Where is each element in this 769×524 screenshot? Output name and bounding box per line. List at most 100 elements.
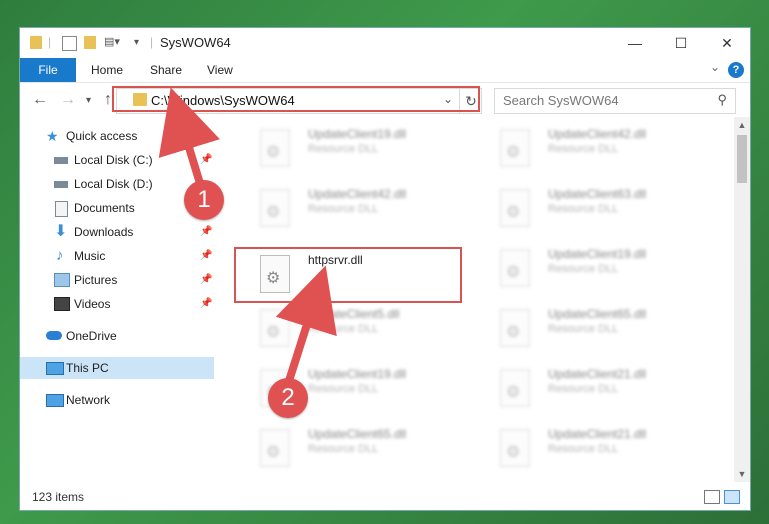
recent-locations-icon[interactable]: ▾: [86, 95, 91, 106]
navigation-bar: ← → ▾ ↑ C:\Windows\SysWOW64 ⌄ ↻ Search S…: [20, 83, 750, 117]
gear-icon: ⚙: [506, 324, 521, 341]
list-item[interactable]: ⚙ UpdateClient63.dll Resource DLL: [474, 183, 694, 233]
download-arrow-icon: ⬇: [54, 223, 68, 240]
dll-file-icon: ⚙: [260, 309, 290, 347]
cloud-icon: [46, 331, 62, 340]
back-arrow-icon[interactable]: ←: [32, 91, 48, 109]
minimize-button[interactable]: —: [612, 28, 658, 58]
sidebar-item-videos[interactable]: Videos 📌: [20, 293, 214, 315]
sidebar-item-quick-access[interactable]: ★ Quick access: [20, 125, 214, 147]
search-input[interactable]: Search SysWOW64 ⚲: [494, 88, 736, 114]
list-item[interactable]: ⚙ UpdateClient19.dll Resource DLL: [234, 363, 454, 413]
folder-icon: [133, 93, 147, 106]
star-icon: ★: [46, 128, 59, 144]
sidebar-item-this-pc[interactable]: This PC: [20, 357, 214, 379]
close-button[interactable]: ✕: [704, 28, 750, 58]
list-item[interactable]: ⚙ UpdateClient42.dll Resource DLL: [474, 123, 694, 173]
ribbon-tabs: File Home Share View ⌄ ?: [20, 58, 750, 83]
sidebar-item-label: Videos: [74, 297, 111, 311]
new-folder-icon[interactable]: [84, 36, 96, 49]
file-description: Resource DLL: [548, 323, 619, 335]
maximize-button[interactable]: ☐: [658, 28, 704, 58]
file-name: UpdateClient65.dll: [548, 307, 647, 321]
search-icon[interactable]: ⚲: [717, 92, 727, 108]
sidebar-item-label: Downloads: [74, 225, 134, 239]
file-name: UpdateClient21.dll: [548, 427, 647, 441]
gear-icon: ⚙: [506, 204, 521, 221]
dll-file-icon: ⚙: [260, 429, 290, 467]
tab-view[interactable]: View: [207, 58, 233, 82]
documents-icon: [55, 201, 68, 217]
list-item[interactable]: ⚙ UpdateClient19.dll Resource DLL: [474, 243, 694, 293]
chevron-down-icon[interactable]: ⌄: [443, 92, 453, 106]
navigation-pane: ★ Quick access Local Disk (C:) 📌 Local D…: [20, 117, 214, 482]
gear-icon: ⚙: [266, 204, 281, 221]
window-title: SysWOW64: [160, 35, 231, 50]
tab-file[interactable]: File: [20, 58, 76, 82]
sidebar-item-local-disk-c[interactable]: Local Disk (C:) 📌: [20, 149, 214, 171]
gear-icon: ⚙: [506, 444, 521, 461]
gear-icon: ⚙: [506, 264, 521, 281]
address-bar[interactable]: C:\Windows\SysWOW64 ⌄ ↻: [116, 88, 482, 114]
file-name: UpdateClient19.dll: [308, 367, 407, 381]
customize-toolbar-icon[interactable]: ▤▾: [104, 35, 120, 51]
sidebar-item-label: OneDrive: [66, 329, 117, 343]
computer-icon: [46, 362, 64, 375]
forward-arrow-icon[interactable]: →: [60, 91, 76, 109]
sidebar-item-onedrive[interactable]: OneDrive: [20, 325, 214, 347]
address-path[interactable]: C:\Windows\SysWOW64: [151, 93, 295, 108]
sidebar-item-label: Music: [74, 249, 106, 263]
dll-file-icon: ⚙: [260, 129, 290, 167]
sidebar-item-label: Documents: [74, 201, 135, 215]
vertical-scrollbar[interactable]: ▲ ▼: [734, 117, 750, 482]
dll-file-icon: ⚙: [500, 249, 530, 287]
folder-icon: [30, 36, 42, 49]
list-item[interactable]: ⚙ UpdateClient65.dll Resource DLL: [234, 423, 454, 473]
large-icons-view-icon[interactable]: [724, 490, 740, 504]
tab-home[interactable]: Home: [91, 58, 123, 82]
sidebar-item-label: Network: [66, 393, 111, 407]
file-description: Resource DLL: [548, 143, 619, 155]
sidebar-item-music[interactable]: ♪ Music 📌: [20, 245, 214, 267]
list-item[interactable]: ⚙ UpdateClient21.dll Resource DLL: [474, 363, 694, 413]
gear-icon: ⚙: [266, 144, 281, 161]
tab-share[interactable]: Share: [150, 58, 182, 82]
sidebar-item-pictures[interactable]: Pictures 📌: [20, 269, 214, 291]
sidebar-item-label: Local Disk (C:): [74, 153, 153, 167]
sidebar-item-downloads[interactable]: ⬇ Downloads 📌: [20, 221, 214, 243]
sidebar-item-label: Quick access: [66, 129, 138, 143]
sidebar-item-label: Local Disk (D:): [74, 177, 153, 191]
pin-icon: 📌: [200, 250, 213, 261]
scroll-thumb[interactable]: [737, 135, 747, 183]
separator: |: [48, 35, 52, 49]
properties-icon[interactable]: [62, 36, 77, 51]
help-icon[interactable]: ?: [728, 62, 744, 78]
expand-ribbon-icon[interactable]: ⌄: [710, 60, 720, 74]
pin-icon: 📌: [200, 226, 213, 237]
drive-icon: [54, 181, 68, 188]
file-description: Resource DLL: [308, 383, 379, 395]
list-item[interactable]: ⚙ UpdateClient19.dll Resource DLL: [234, 123, 454, 173]
pictures-icon: [54, 273, 70, 287]
file-description: Resource DLL: [548, 203, 619, 215]
sidebar-item-network[interactable]: Network: [20, 389, 214, 411]
list-item[interactable]: ⚙ UpdateClient65.dll Resource DLL: [474, 303, 694, 353]
scroll-down-icon[interactable]: ▼: [734, 466, 750, 482]
details-view-icon[interactable]: [704, 490, 720, 504]
pin-icon: 📌: [200, 298, 213, 309]
sidebar-item-label: This PC: [66, 361, 109, 375]
list-item[interactable]: ⚙ UpdateClient5.dll Resource DLL: [234, 303, 454, 353]
file-description: Resource DLL: [548, 443, 619, 455]
refresh-icon[interactable]: ↻: [459, 89, 482, 113]
callout-badge-1: 1: [184, 180, 224, 220]
list-item[interactable]: ⚙ UpdateClient42.dll Resource DLL: [234, 183, 454, 233]
toolbar-dropdown-icon[interactable]: ▾: [134, 37, 139, 53]
list-item[interactable]: ⚙ UpdateClient21.dll Resource DLL: [474, 423, 694, 473]
film-icon: [54, 297, 70, 311]
file-name: UpdateClient19.dll: [308, 127, 407, 141]
pin-icon: 📌: [200, 154, 213, 165]
file-description: Resource DLL: [548, 263, 619, 275]
file-name: UpdateClient65.dll: [308, 427, 407, 441]
up-arrow-icon[interactable]: ↑: [104, 91, 112, 109]
scroll-up-icon[interactable]: ▲: [734, 117, 750, 133]
